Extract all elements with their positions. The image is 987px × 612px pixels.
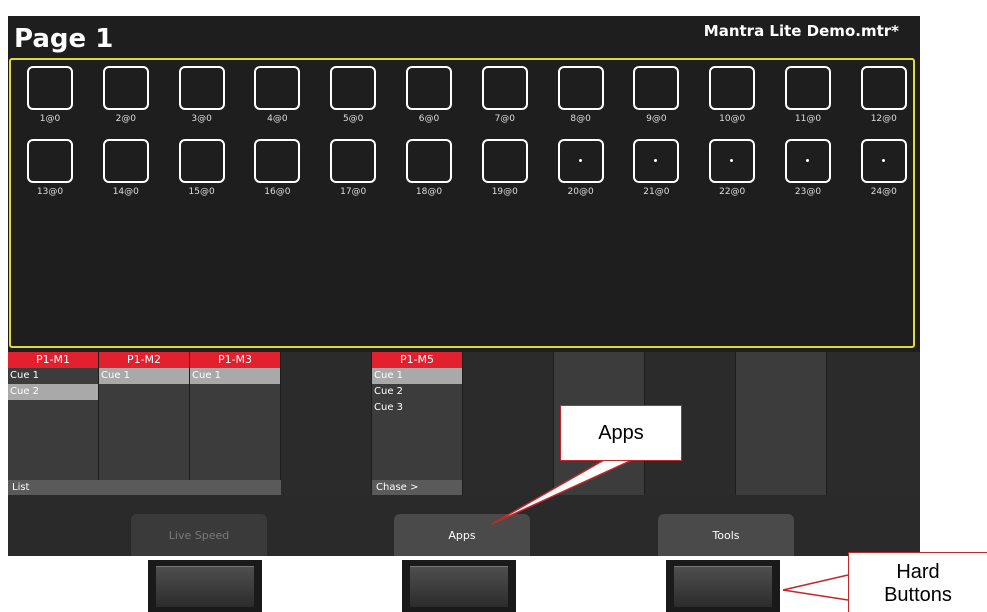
hard-buttons-callout: Hard Buttons — [848, 552, 987, 612]
hard-buttons-callout-line1: Hard — [896, 561, 940, 583]
apps-callout-text: Apps — [598, 422, 644, 444]
apps-callout-pointer — [491, 459, 633, 525]
hard-buttons-callout-line2: Buttons — [884, 584, 952, 606]
hard-buttons-pointer-bottom — [782, 589, 849, 601]
apps-callout: Apps — [560, 405, 682, 461]
callout-pointers — [491, 459, 849, 601]
hard-buttons-pointer-top — [782, 574, 849, 591]
